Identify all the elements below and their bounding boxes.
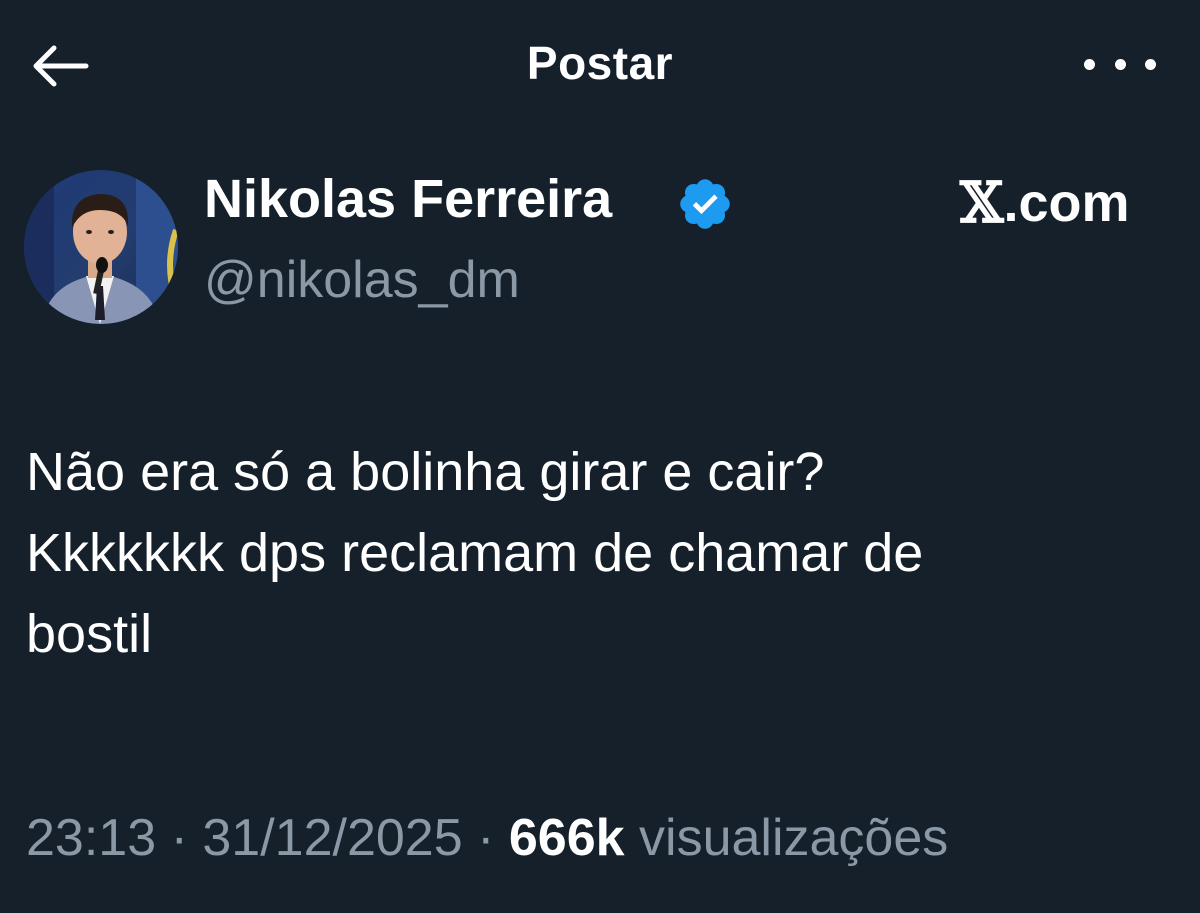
author-handle[interactable]: @nikolas_dm [204,250,520,310]
more-dot [1114,58,1126,70]
verified-badge-icon [680,179,730,229]
views-label: visualizações [639,809,949,867]
source-label: .com [1003,173,1130,233]
page-title: Postar [526,37,674,89]
top-navigation-bar: Postar [0,0,1200,130]
post-time[interactable]: 23:13 [26,809,156,867]
author-name[interactable]: Nikolas Ferreira [204,168,612,230]
views-count[interactable]: 666k [509,809,625,867]
more-horizontal-icon [1084,58,1095,70]
meta-separator: · [170,809,188,867]
post-text: Não era só a bolinha girar e cair? Kkkkk… [26,442,924,664]
source-watermark: 𝕏 .com [960,170,1130,236]
meta-separator: · [477,809,495,867]
post-meta: 23:13 · 31/12/2025 · 666k visualizações [26,808,948,868]
profile-photo [24,170,178,324]
more-dot [1145,58,1156,70]
avatar[interactable] [24,170,178,324]
post-date[interactable]: 31/12/2025 [202,809,462,867]
more-options-button[interactable] [1084,44,1156,84]
x-logo-icon: 𝕏 [960,170,1003,236]
